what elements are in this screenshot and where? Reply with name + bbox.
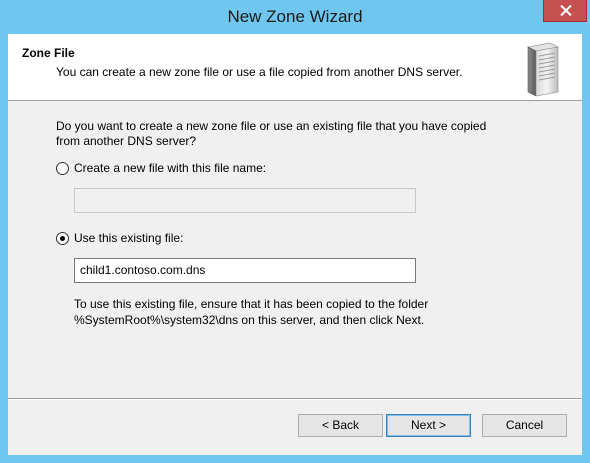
radio-use-existing-file[interactable] (56, 232, 69, 245)
footer-separator (8, 398, 582, 400)
wizard-header: Zone File You can create a new zone file… (8, 34, 582, 101)
note-line-1: To use this existing file, ensure that i… (74, 297, 429, 311)
note-line-2: %SystemRoot%\system32\dns on this server… (74, 313, 425, 327)
page-title: Zone File (22, 46, 75, 60)
radio-create-new-file-label[interactable]: Create a new file with this file name: (74, 161, 266, 175)
new-file-name-input[interactable] (74, 188, 416, 213)
dialog-client: Zone File You can create a new zone file… (8, 34, 582, 455)
cancel-button[interactable]: Cancel (482, 414, 567, 437)
window-title: New Zone Wizard (227, 7, 363, 26)
server-icon (527, 42, 559, 97)
radio-create-new-file[interactable] (56, 162, 69, 175)
next-button[interactable]: Next > (386, 414, 471, 437)
existing-file-note: To use this existing file, ensure that i… (74, 296, 514, 328)
wizard-window: New Zone Wizard Zone File You can create… (0, 0, 590, 463)
close-icon (560, 5, 572, 16)
back-button[interactable]: < Back (298, 414, 383, 437)
page-subtitle: You can create a new zone file or use a … (56, 65, 463, 79)
question-text: Do you want to create a new zone file or… (56, 119, 526, 149)
radio-selected-dot (60, 236, 65, 241)
question-line-1: Do you want to create a new zone file or… (56, 119, 487, 133)
title-bar[interactable]: New Zone Wizard (0, 0, 590, 34)
radio-use-existing-file-label[interactable]: Use this existing file: (74, 231, 183, 245)
question-line-2: from another DNS server? (56, 134, 197, 148)
close-button[interactable] (543, 0, 587, 22)
existing-file-input[interactable]: child1.contoso.com.dns (74, 258, 416, 283)
